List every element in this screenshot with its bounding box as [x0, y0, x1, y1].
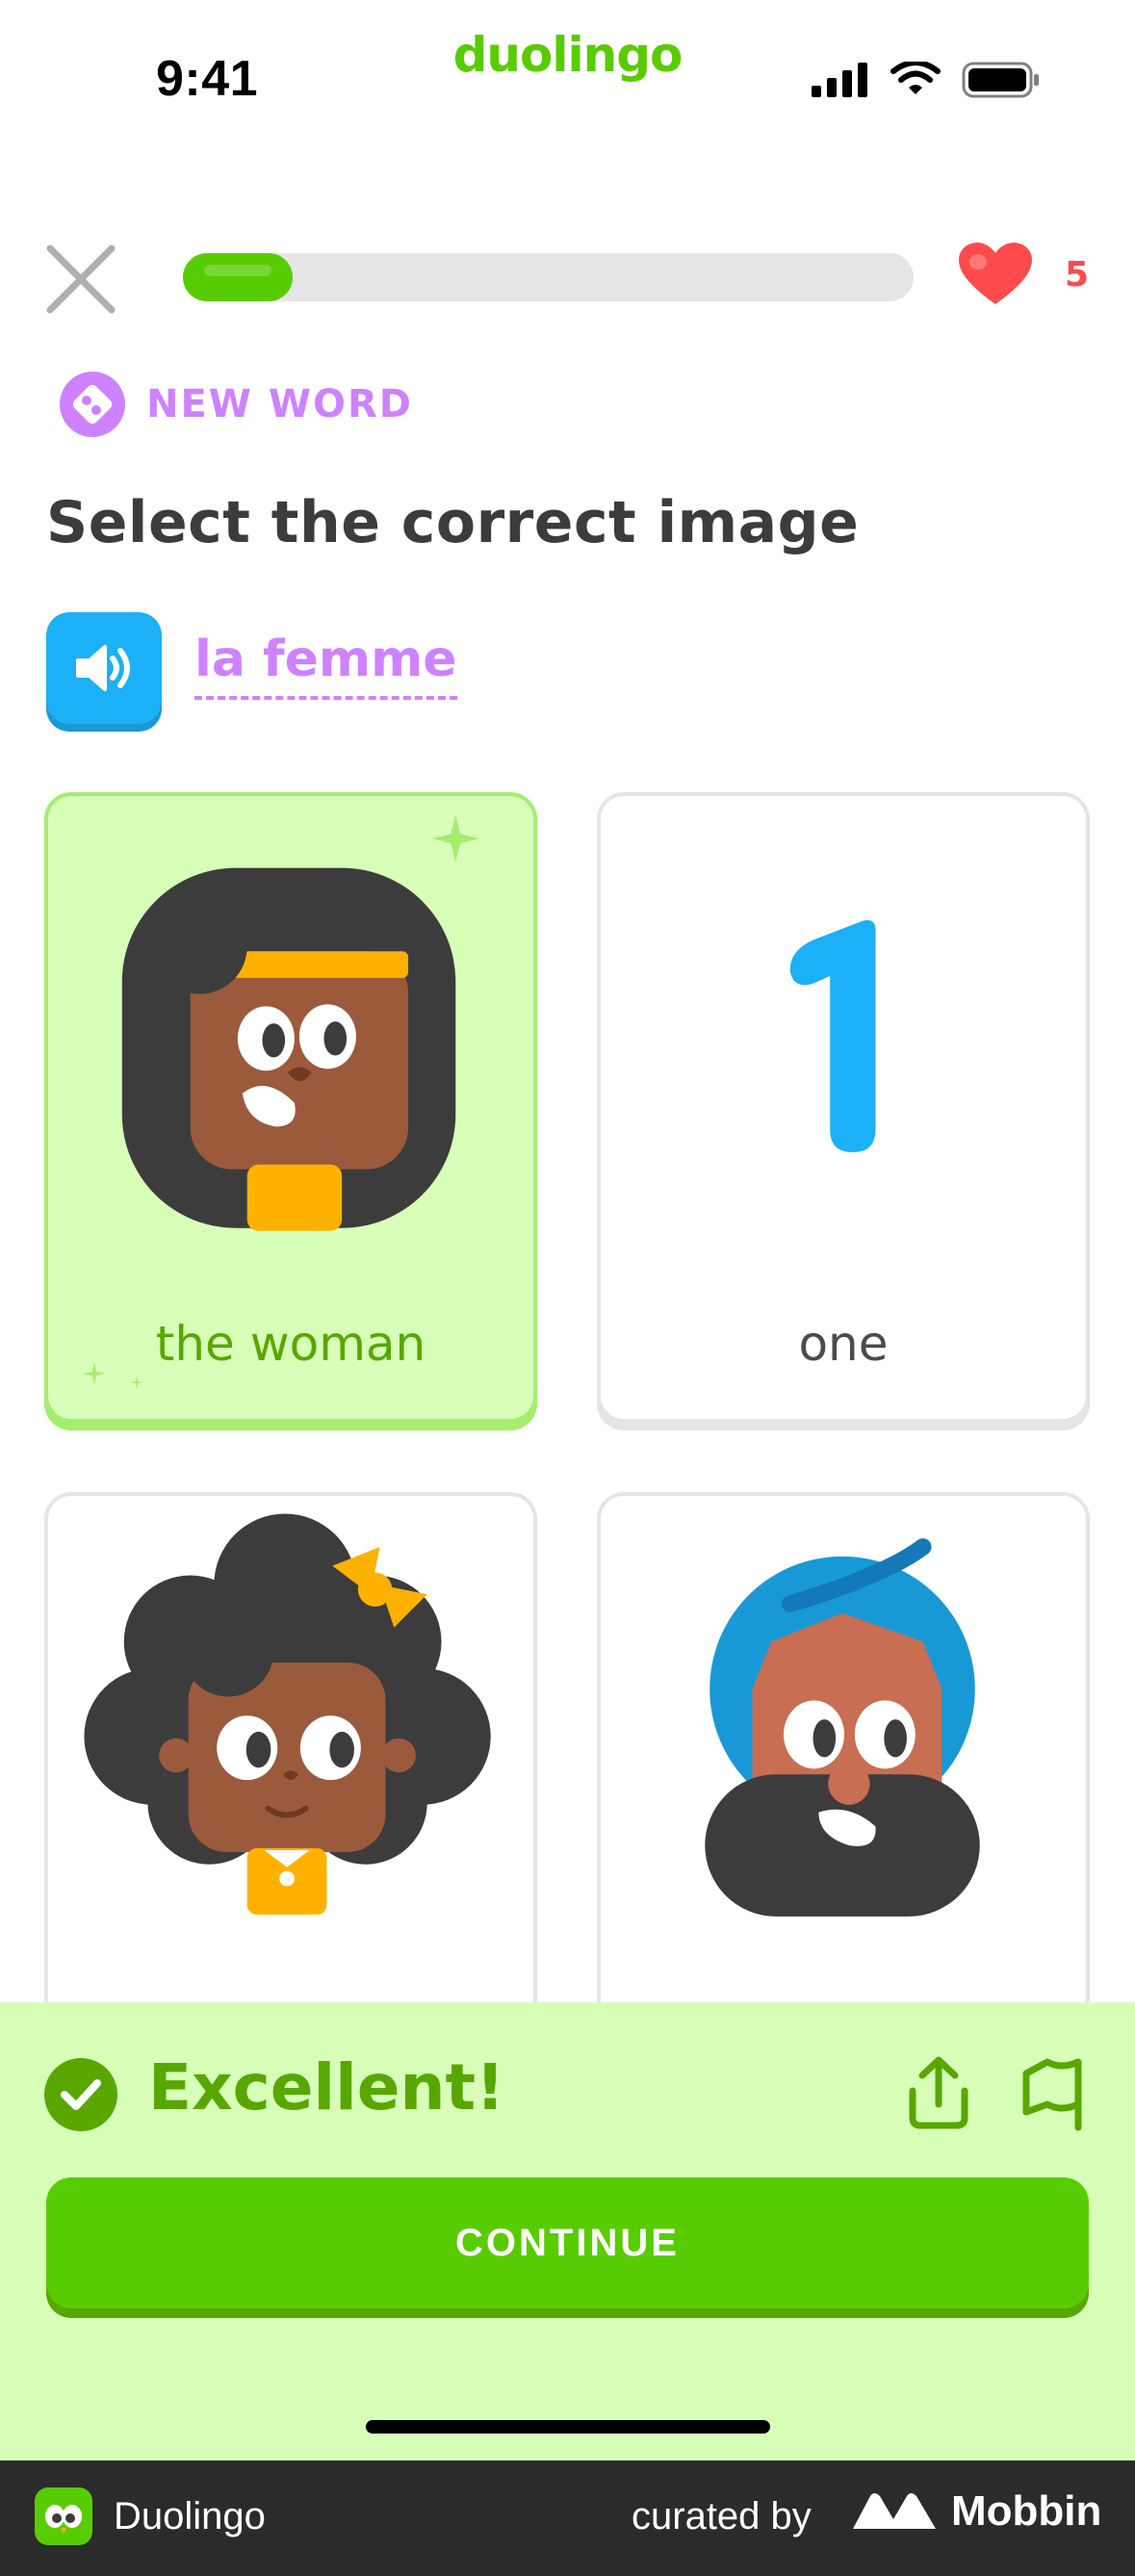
footer-bar: Duolingo curated by Mobbin [0, 2460, 1135, 2576]
new-word-badge: NEW WORD [60, 372, 413, 437]
footer-brand-name: Mobbin [951, 2487, 1102, 2535]
home-indicator[interactable] [366, 2420, 770, 2434]
woman-illustration [121, 814, 479, 1231]
wifi-icon [890, 62, 941, 94]
footer-app: Duolingo [35, 2487, 266, 2545]
lesson-progress-bar [183, 253, 914, 301]
heart-icon [959, 243, 1032, 304]
continue-button[interactable]: CONTINUE [46, 2177, 1089, 2308]
signal-icon [812, 63, 867, 97]
audio-prompt: la femme [46, 612, 457, 724]
man-illustration [705, 1538, 980, 1917]
close-icon [46, 245, 116, 314]
girl-illustration [84, 1513, 491, 1915]
duolingo-app-icon [35, 2487, 92, 2545]
numeral-one-illustration [789, 919, 876, 1152]
close-button[interactable] [42, 241, 119, 318]
speaker-icon [76, 645, 130, 691]
progress-highlight [204, 265, 271, 276]
status-bar: 9:41 duolingo [0, 0, 1135, 144]
footer-curated-label: curated by [632, 2495, 812, 2537]
share-button[interactable] [905, 2054, 972, 2131]
report-button[interactable] [1019, 2054, 1088, 2131]
check-icon [44, 2058, 117, 2131]
play-audio-button[interactable] [46, 612, 162, 724]
new-word-label: NEW WORD [146, 382, 413, 426]
hearts-counter[interactable]: 5 [959, 243, 1089, 306]
footer-brand: Mobbin [851, 2487, 1101, 2536]
flag-icon [1022, 2058, 1082, 2131]
status-icons [812, 62, 1041, 98]
feedback-title: Excellent! [148, 2050, 505, 2125]
lesson-progress-fill [183, 253, 293, 301]
share-icon [909, 2056, 968, 2129]
prompt-title: Select the correct image [46, 489, 860, 556]
choice-label: one [798, 1316, 889, 1372]
target-word[interactable]: la femme [194, 631, 457, 700]
battery-icon [962, 62, 1039, 98]
hearts-count: 5 [1065, 254, 1090, 295]
choice-card-woman[interactable]: the woman [44, 792, 537, 1423]
feedback-panel: Excellent! CONTINUE [0, 2002, 1135, 2460]
footer-app-name: Duolingo [114, 2494, 266, 2537]
choice-card-one[interactable]: one [597, 792, 1090, 1423]
choice-label: the woman [155, 1316, 426, 1372]
new-word-icon [60, 372, 125, 437]
mobbin-logo-icon [853, 2493, 936, 2529]
